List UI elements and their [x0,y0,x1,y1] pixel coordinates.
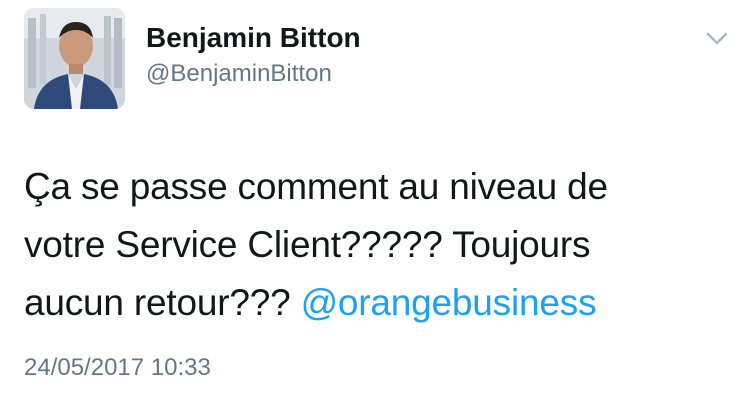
tweet-timestamp[interactable]: 24/05/2017 10:33 [24,354,211,382]
tweet-card: Benjamin Bitton @BenjaminBitton Ça se pa… [0,0,750,405]
tweet-text-line: votre Service Client????? Toujours [24,224,591,265]
author-display-name[interactable]: Benjamin Bitton [146,22,361,54]
tweet-text-segment: aucun retour??? [24,282,301,323]
author-handle[interactable]: @BenjaminBitton [146,60,332,88]
avatar-photo [24,8,125,109]
chevron-down-icon[interactable] [704,28,730,48]
tweet-text-line: Ça se passe comment au niveau de [24,166,608,207]
tweet-text-line: aucun retour??? @orangebusiness [24,274,724,332]
avatar[interactable] [24,8,125,109]
tweet-text: Ça se passe comment au niveau de votre S… [24,158,724,332]
mention-link[interactable]: @orangebusiness [301,282,597,323]
